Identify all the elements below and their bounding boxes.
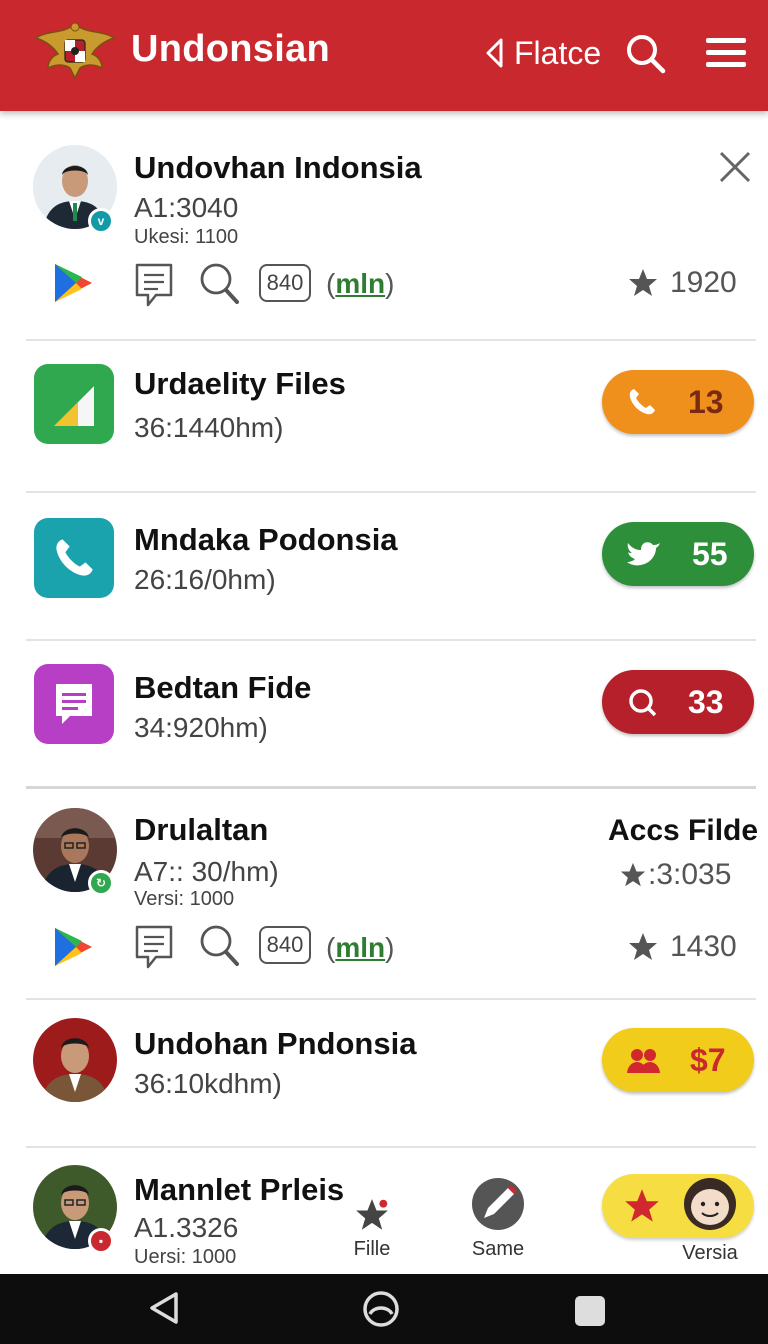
divider [26, 786, 756, 789]
tab-versia-pill[interactable] [602, 1174, 754, 1238]
item-title: Bedtan Fide [134, 670, 312, 705]
item-subtitle: 36:10kdhm) [134, 1068, 282, 1099]
tab-fille[interactable]: Fille [346, 1198, 398, 1261]
star-icon [629, 269, 657, 296]
rating-value: :3:035 [648, 858, 732, 891]
pill-count: 33 [688, 683, 724, 720]
item-version: Versi: 1000 [134, 888, 235, 910]
bird-count-button[interactable]: 55 [602, 522, 754, 586]
item-subtitle: A1.3326 [134, 1212, 239, 1243]
rating-value: 1920 [670, 266, 737, 299]
chat-icon [56, 684, 92, 724]
phone-icon [56, 539, 93, 576]
mln-label: mln [335, 932, 386, 963]
star-icon [625, 1189, 659, 1222]
face-avatar-icon [684, 1178, 736, 1230]
item-subtitle: A1:3040 [134, 192, 239, 223]
tab-same[interactable]: Same [466, 1176, 530, 1261]
recents-icon[interactable] [573, 1294, 607, 1328]
mln-link[interactable]: (mln) [326, 932, 394, 964]
search-icon[interactable] [199, 924, 241, 968]
count-badge[interactable]: 840 [259, 264, 311, 302]
app-bar: Undonsian Flatce [0, 0, 768, 111]
item-right-title: Accs Filde [608, 814, 759, 847]
message-icon[interactable] [134, 924, 174, 970]
rating: 1920 [628, 266, 737, 300]
rating: 1430 [628, 930, 737, 964]
divider [26, 491, 756, 493]
search-icon[interactable] [199, 262, 241, 306]
message-icon[interactable] [134, 262, 174, 308]
chat-count-button[interactable]: 33 [602, 670, 754, 734]
app-badge-icon: ▪ [88, 1228, 114, 1254]
back-icon[interactable] [146, 1290, 182, 1326]
flatce-label: Flatce [514, 34, 602, 71]
tab-label: Versia [682, 1242, 738, 1264]
item-title: Undovhan Indonsia [134, 150, 422, 185]
rating-value: 1430 [670, 930, 737, 963]
phone-icon [629, 389, 655, 415]
tab-label: Fille [353, 1238, 391, 1260]
item-title: Drulaltan [134, 812, 269, 847]
system-nav-bar [0, 1274, 768, 1344]
close-icon[interactable] [718, 150, 752, 184]
pill-count: $7 [690, 1041, 726, 1078]
avatar [33, 1018, 117, 1102]
group-count-button[interactable]: $7 [602, 1028, 754, 1092]
search-icon [629, 689, 657, 717]
pen-circle-icon [472, 1178, 524, 1230]
file-icon [54, 386, 94, 426]
pill-count: 13 [688, 383, 724, 420]
item-title: Mndaka Podonsia [134, 522, 398, 557]
bird-icon [627, 542, 660, 566]
home-icon[interactable] [362, 1290, 400, 1328]
play-store-icon[interactable] [52, 926, 94, 968]
flatce-button[interactable]: Flatce [484, 33, 601, 73]
star-icon [620, 862, 646, 887]
person-photo-icon [33, 1018, 117, 1102]
play-store-icon[interactable] [52, 262, 94, 304]
item-title: Undohan Pndonsia [134, 1026, 417, 1061]
app-title: Undonsian [131, 28, 331, 70]
item-subtitle: 34:920hm) [134, 712, 268, 743]
item-subtitle: 26:16/0hm) [134, 564, 276, 595]
mln-link[interactable]: (mln) [326, 268, 394, 300]
pill-count: 55 [692, 535, 728, 572]
hamburger-menu-icon[interactable] [705, 36, 747, 70]
garuda-emblem-icon [34, 22, 116, 80]
secondary-rating: :3:035 [620, 858, 731, 892]
item-subtitle: A7:: 30/hm) [134, 856, 279, 887]
divider [26, 639, 756, 641]
call-count-button[interactable]: 13 [602, 370, 754, 434]
phone-app-icon [34, 518, 114, 598]
item-version: Ukesi: 1100 [134, 226, 239, 248]
messages-app-icon [34, 664, 114, 744]
count-badge[interactable]: 840 [259, 926, 311, 964]
search-icon[interactable] [624, 32, 666, 74]
item-subtitle: 36:1440hm) [134, 412, 284, 443]
item-version: Uersi: 1000 [134, 1246, 237, 1268]
verified-badge-icon: v [88, 208, 114, 234]
divider [26, 1146, 756, 1148]
tab-label: Same [471, 1238, 525, 1260]
files-app-icon [34, 364, 114, 444]
mln-label: mln [335, 268, 386, 299]
star-icon [356, 1199, 388, 1230]
divider [26, 998, 756, 1000]
group-icon [627, 1049, 660, 1073]
item-title: Urdaelity Files [134, 366, 346, 401]
item-title: Mannlet Prleis [134, 1172, 345, 1207]
star-icon [629, 933, 657, 960]
tab-versia[interactable]: Versia [672, 1242, 748, 1265]
divider [26, 339, 756, 341]
sync-badge-icon: ↻ [88, 870, 114, 896]
chevron-left-icon [486, 38, 503, 68]
